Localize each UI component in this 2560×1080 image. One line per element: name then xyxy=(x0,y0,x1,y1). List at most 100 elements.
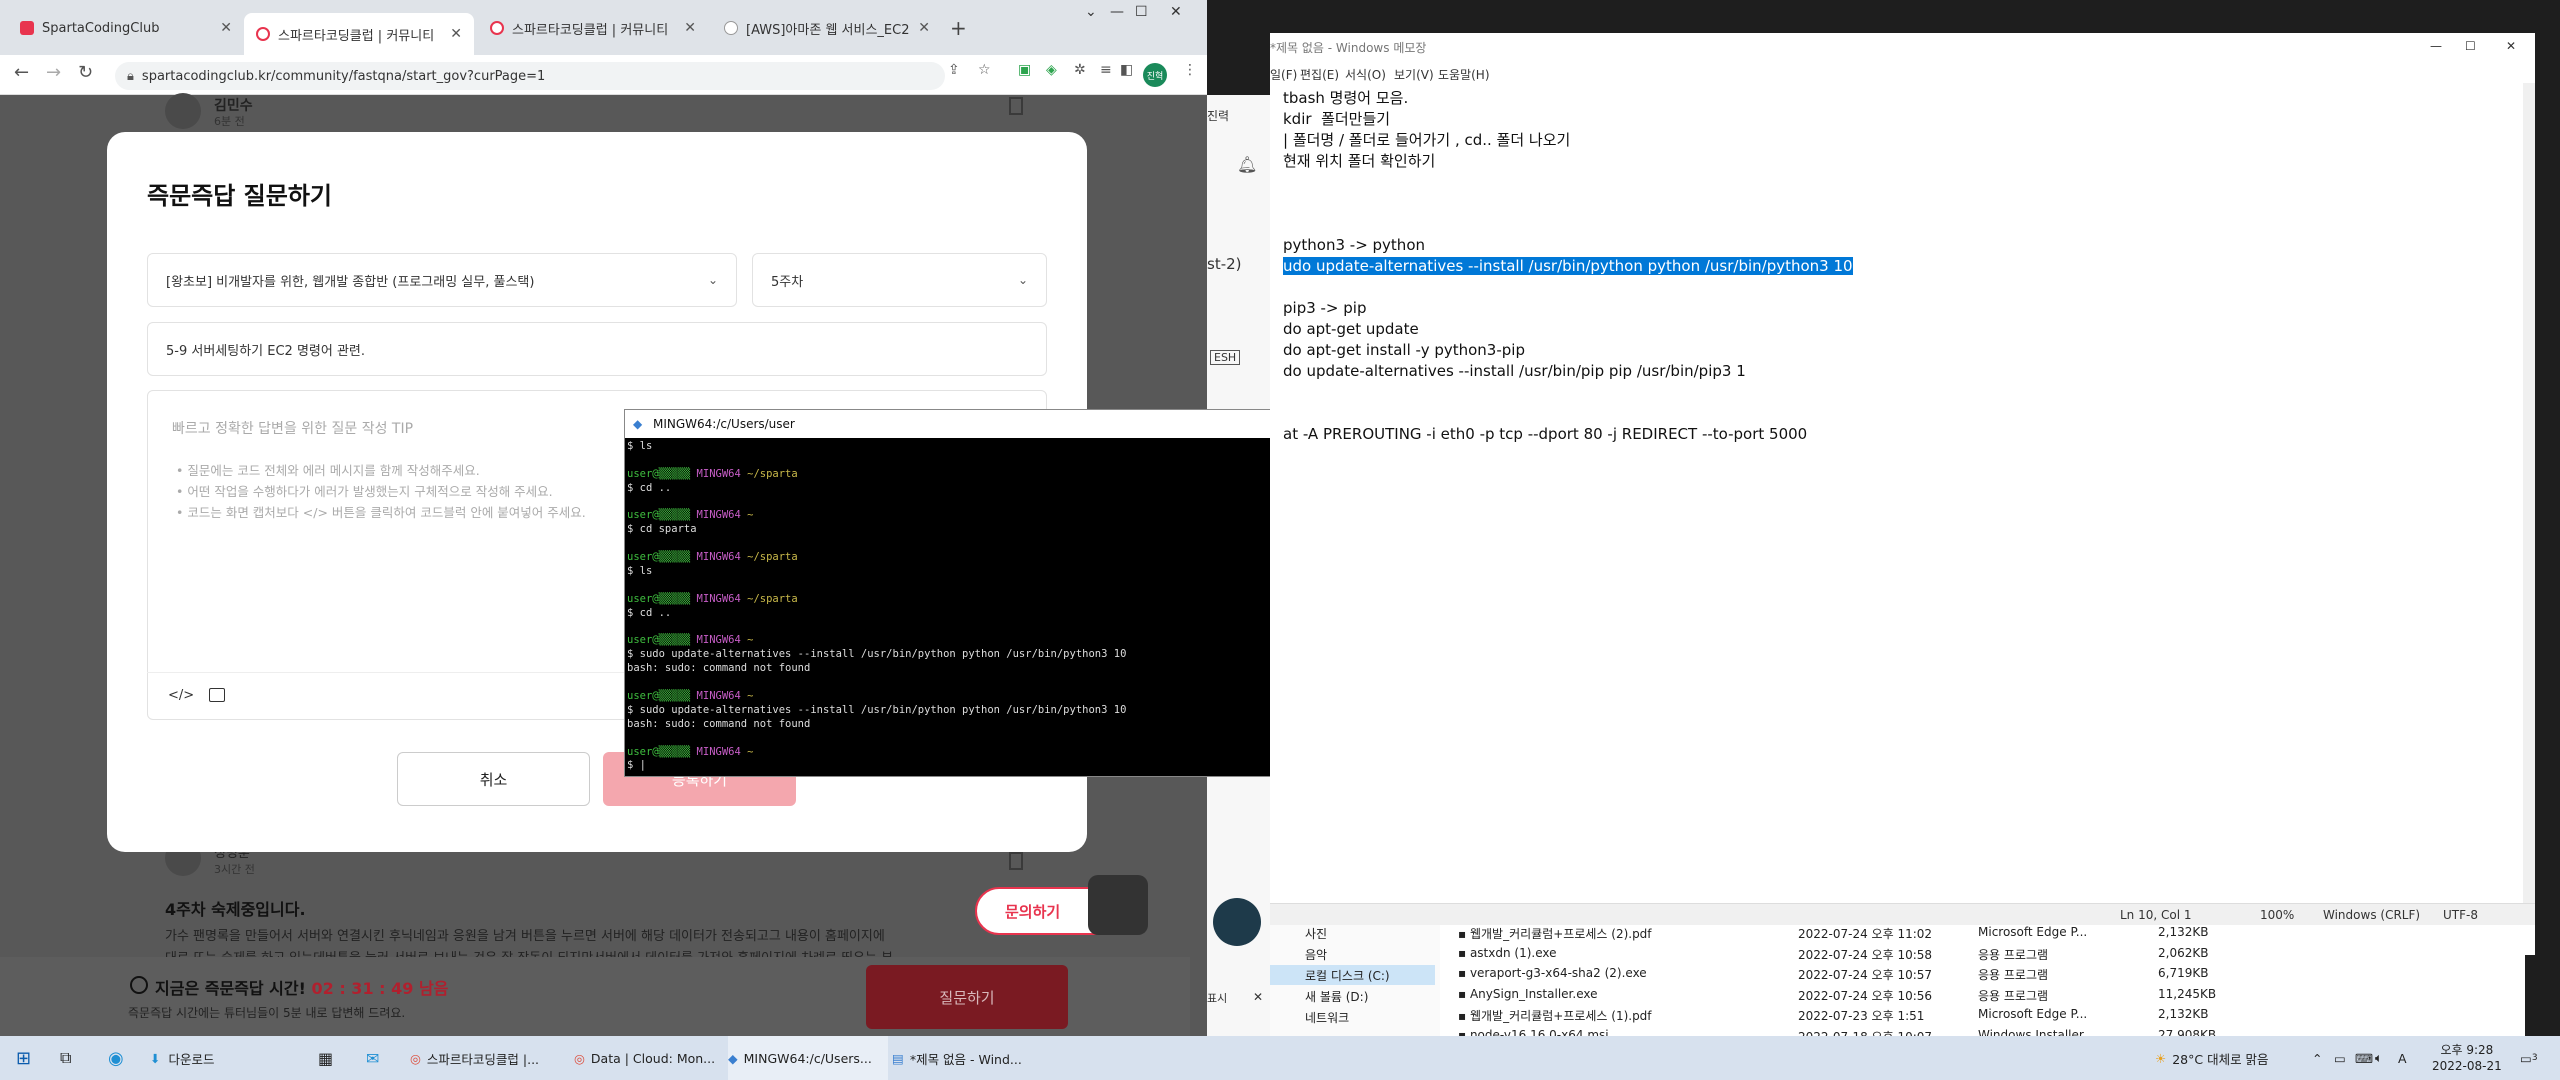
minimize-icon[interactable]: — xyxy=(2430,39,2442,53)
file-size: 6,719KB xyxy=(2158,966,2209,980)
close-window-icon[interactable]: ✕ xyxy=(2506,39,2516,53)
chat-bubble-icon[interactable] xyxy=(1213,898,1261,946)
taskbar-item-downloads[interactable]: ⬇ 다운로드 xyxy=(150,1036,298,1080)
taskbar-item-mingw[interactable]: ◆ MINGW64:/c/Users... xyxy=(728,1036,888,1080)
tree-item[interactable]: 로컬 디스크 (C:) xyxy=(1305,967,1390,984)
notepad-line: do update-alternatives --install /usr/bi… xyxy=(1283,362,1746,380)
file-type: Microsoft Edge P... xyxy=(1978,1007,2088,1021)
list-icon[interactable]: ≡ xyxy=(1100,62,1112,78)
week-select[interactable]: 5주차 ⌄ xyxy=(752,253,1047,307)
extension-green-icon[interactable]: ▣ xyxy=(1018,62,1031,78)
back-icon[interactable]: ← xyxy=(14,62,29,83)
file-row[interactable]: ▪ 웹개발_커리큘럼+프로세스 (2).pdf 2022-07-24 오후 11:… xyxy=(1458,925,2458,945)
post-title[interactable]: 4주차 숙제중입니다. xyxy=(165,896,306,920)
close-icon[interactable]: ✕ xyxy=(450,26,462,42)
notification-icon[interactable]: ▭ 3 xyxy=(2520,1036,2538,1080)
tray-battery-icon[interactable]: ▭ xyxy=(2334,1036,2346,1080)
image-icon[interactable] xyxy=(209,688,225,702)
network-icon[interactable]: ⌨ xyxy=(2355,1036,2373,1080)
star-icon[interactable]: ☆ xyxy=(978,62,991,78)
tree-item[interactable]: 네트워크 xyxy=(1305,1009,1349,1026)
tab-community-active[interactable]: 스파르타코딩클럽 | 커뮤니티 ✕ xyxy=(244,13,474,55)
chevron-down-icon[interactable]: ⌄ xyxy=(1085,4,1097,20)
url-input[interactable]: 🔒︎ spartacodingclub.kr/community/fastqna… xyxy=(115,62,945,90)
side-badge: ESH xyxy=(1210,350,1241,365)
subject-input[interactable]: 5-9 서버세팅하기 EC2 명령어 관련. xyxy=(147,322,1047,376)
taskbar-item-data-cloud[interactable]: ◎ Data | Cloud: Mon... xyxy=(574,1036,724,1080)
mingw-icon: ◆ xyxy=(633,417,643,431)
profile-avatar[interactable]: 진혁 xyxy=(1143,63,1167,87)
mascot-icon xyxy=(1088,875,1148,935)
tray-chevron-icon[interactable]: ⌃ xyxy=(2312,1036,2322,1080)
minimize-icon[interactable]: — xyxy=(1110,4,1124,20)
file-row[interactable]: ▪ AnySign_Installer.exe 2022-07-24 오후 10:… xyxy=(1458,987,2458,1007)
windows-start-icon[interactable]: ⊞ xyxy=(16,1036,31,1080)
side-label: 표시 xyxy=(1207,992,1228,1005)
notepad-line: kdir 폴더만들기 xyxy=(1283,110,1391,128)
file-row[interactable]: ▪ veraport-g3-x64-sha2 (2).exe 2022-07-24… xyxy=(1458,966,2458,986)
ime-indicator[interactable]: A xyxy=(2398,1036,2407,1080)
zoom-level: 100% xyxy=(2260,908,2295,922)
forward-icon[interactable]: → xyxy=(46,62,61,83)
close-icon[interactable]: ✕ xyxy=(684,20,696,36)
file-row[interactable]: ▪ 웹개발_커리큘럼+프로세스 (1).pdf 2022-07-23 오후 1:5… xyxy=(1458,1007,2458,1027)
puzzle-icon[interactable]: ✲ xyxy=(1074,62,1086,78)
bookmark-icon[interactable] xyxy=(1009,97,1023,115)
file-date: 2022-07-24 오후 10:56 xyxy=(1798,988,1933,1003)
mail-icon[interactable]: ✉ xyxy=(366,1036,379,1080)
new-tab-icon[interactable]: + xyxy=(950,16,967,40)
file-row[interactable]: ▪ astxdn (1).exe 2022-07-24 오후 10:58 응용 프로… xyxy=(1458,946,2458,966)
ask-question-button[interactable]: 질문하기 xyxy=(866,965,1068,1029)
extension-shield-icon[interactable]: ◈ xyxy=(1046,62,1057,78)
close-icon[interactable]: ✕ xyxy=(918,20,930,36)
menu-file[interactable]: 일(F) xyxy=(1270,66,1297,83)
menu-help[interactable]: 도움말(H) xyxy=(1438,66,1490,83)
tree-item[interactable]: 음악 xyxy=(1305,946,1327,963)
task-view-icon[interactable]: ⧉ xyxy=(60,1036,71,1080)
file-date: 2022-07-24 오후 10:57 xyxy=(1798,968,1933,982)
edge-icon[interactable]: ◉ xyxy=(108,1036,124,1080)
close-window-icon[interactable]: ✕ xyxy=(1170,4,1182,20)
download-icon: ⬇ xyxy=(150,1050,161,1066)
tree-item[interactable]: 사진 xyxy=(1305,925,1327,942)
taskbar-item-chrome[interactable]: ◎ 스파르타코딩클럽 |... xyxy=(410,1036,570,1080)
notepad-text-area[interactable]: tbash 명령어 모음. kdir 폴더만들기 | 폴더명 / 폴더로 들어가기 … xyxy=(1283,88,2463,445)
close-icon[interactable]: ✕ xyxy=(1253,990,1263,1004)
chevron-down-icon: ⌄ xyxy=(707,273,718,287)
clock[interactable]: 오후 9:28 2022-08-21 xyxy=(2432,1036,2502,1080)
taskbar-item-notepad[interactable]: ▤ *제목 없음 - Wind... xyxy=(892,1036,1052,1080)
notepad-line: 현재 위치 폴더 확인하기 xyxy=(1283,152,1436,170)
store-icon[interactable]: ▦ xyxy=(318,1036,333,1080)
cancel-button[interactable]: 취소 xyxy=(397,752,590,806)
menu-dots-icon[interactable]: ⋮ xyxy=(1183,62,1197,78)
maximize-icon[interactable]: ☐ xyxy=(2465,39,2476,53)
scrollbar[interactable] xyxy=(2523,83,2535,903)
menu-format[interactable]: 서식(O) xyxy=(1345,66,1386,83)
sidebar-icon[interactable]: ◧ xyxy=(1120,62,1133,78)
encoding: UTF-8 xyxy=(2443,908,2478,922)
volume-icon[interactable]: 🔈︎ xyxy=(2375,1036,2383,1080)
weather[interactable]: ☀ 28°C 대체로 맑음 xyxy=(2155,1036,2269,1080)
notepad-line xyxy=(1283,382,2463,403)
menu-view[interactable]: 보기(V) xyxy=(1394,66,1434,83)
tab-spartacodingclub[interactable]: SpartaCodingClub ✕ xyxy=(8,13,244,43)
code-block-icon[interactable]: </> xyxy=(168,688,194,703)
tree-item[interactable]: 새 볼륨 (D:) xyxy=(1305,988,1368,1005)
file-date: 2022-07-24 오후 11:02 xyxy=(1798,927,1933,941)
maximize-icon[interactable]: ☐ xyxy=(1135,4,1148,20)
navigation-tree: 사진 음악 로컬 디스크 (C:) 새 볼륨 (D:) 네트워크 xyxy=(1270,925,1440,1036)
share-icon[interactable]: ⇪ xyxy=(948,62,960,78)
file-explorer: 사진 음악 로컬 디스크 (C:) 새 볼륨 (D:) 네트워크 ▪ 웹개발_커… xyxy=(1270,925,2525,1044)
notepad-line xyxy=(1283,214,2463,235)
reload-icon[interactable]: ↻ xyxy=(78,62,93,83)
notepad-line: pip3 -> pip xyxy=(1283,299,1367,317)
bell-icon[interactable]: 🔔︎ xyxy=(1237,155,1257,174)
sparta-favicon-icon xyxy=(20,21,34,35)
close-icon[interactable]: ✕ xyxy=(220,20,232,36)
tab-community[interactable]: 스파르타코딩클럽 | 커뮤니티 ✕ xyxy=(478,13,708,43)
tab-aws[interactable]: [AWS]아마존 웹 서비스_EC2 정 ✕ xyxy=(712,13,942,43)
course-select[interactable]: [왕초보] 비개발자를 위한, 웹개발 종합반 (프로그래밍 실무, 풀스택) … xyxy=(147,253,737,307)
bookmark-icon[interactable] xyxy=(1009,852,1023,870)
timer-label: 지금은 즉문즉답 시간! xyxy=(155,979,306,998)
menu-edit[interactable]: 편집(E) xyxy=(1300,66,1339,83)
